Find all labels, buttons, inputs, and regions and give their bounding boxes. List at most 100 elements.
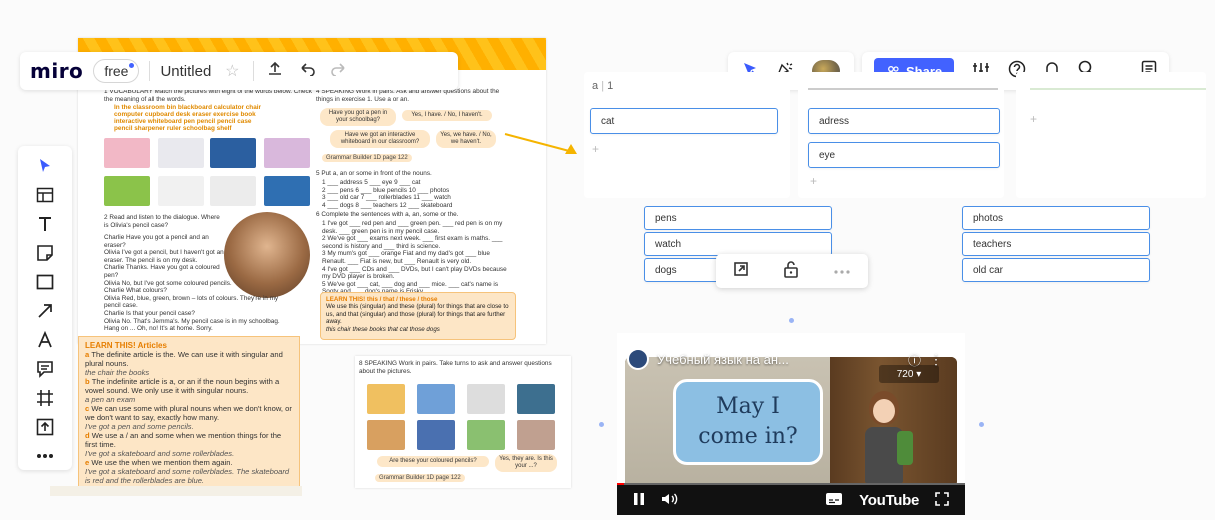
kanban-column-2[interactable]: adress eye + [798, 72, 1004, 198]
redo-icon[interactable] [328, 62, 350, 81]
plan-dot [129, 63, 135, 68]
learn-this-demonstratives: LEARN THIS! this / that / these / those … [320, 292, 516, 340]
ex6-title: 6 Complete the sentences with a, an, som… [316, 211, 459, 218]
kanban-card[interactable]: cat [590, 108, 778, 134]
video-speech-bubble: May I come in? [673, 379, 823, 465]
learn-title: LEARN THIS! Articles [85, 341, 167, 350]
text-icon[interactable] [25, 210, 65, 239]
fullscreen-icon[interactable] [935, 491, 949, 509]
speech-bubble: Yes, I have. / No, I haven't. [402, 110, 492, 121]
connector-arrow[interactable] [503, 130, 583, 160]
board-title[interactable]: Untitled [160, 63, 211, 80]
picture-sharpener [104, 176, 150, 206]
grammar-builder-link: Grammar Builder 1D page 122 [322, 154, 412, 162]
quality-badge[interactable]: 720 ▾ [879, 365, 939, 383]
ex5-row: 4 ___ dogs 8 ___ teachers 12 ___ skatebo… [322, 201, 453, 209]
picture-box [158, 138, 204, 168]
ex5-title: 5 Put a, an or some in front of the noun… [316, 170, 432, 177]
dialogue-line: Charlie Thanks. Have you got a coloured … [104, 264, 220, 279]
dialogue-line: Olivia No, but I've got some coloured pe… [104, 279, 232, 287]
learn-item: b The indefinite article is a, or an if … [85, 377, 280, 404]
cartoon-girl [857, 391, 913, 483]
add-card-icon[interactable]: + [592, 142, 599, 156]
context-toolbar [716, 254, 868, 288]
comment-icon[interactable] [25, 354, 65, 383]
ex4-title: 4 SPEAKING Work in pairs. Ask and answer… [316, 88, 500, 103]
learn-item: d We use a / an and some when we mention… [85, 431, 282, 458]
kanban-card[interactable]: eye [808, 142, 1000, 168]
kanban-column-3[interactable]: + [1016, 72, 1206, 198]
creation-toolbar [18, 146, 72, 470]
grammar-builder-link: Grammar Builder 1D page 122 [375, 474, 465, 482]
select-cursor-icon[interactable] [25, 152, 65, 181]
pen-icon[interactable] [25, 325, 65, 354]
open-link-icon[interactable] [733, 261, 749, 282]
ex5-row: 3 ___ old car 7 ___ rollerblades 11 ___ … [322, 194, 451, 202]
add-card-icon[interactable]: + [810, 174, 817, 188]
youtube-logo[interactable]: YouTube [859, 492, 919, 509]
word-card[interactable]: pens [644, 206, 832, 230]
dialogue-line: Olivia I've got a pencil, but I haven't … [104, 249, 224, 264]
dialogue: Charlie Have you got a pencil and an era… [104, 234, 294, 333]
plan-badge[interactable]: free [93, 59, 140, 83]
miro-logo[interactable]: miro [30, 59, 83, 83]
speech-bubble: Yes, we have. / No, we haven't. [436, 130, 496, 148]
youtube-video-embed[interactable]: May I come in? Учебный язык на ан... ⓘ ⋮… [617, 333, 965, 515]
upload-icon[interactable] [264, 61, 286, 82]
more-icon[interactable] [833, 262, 851, 280]
ex6-row: 3 My mum's got ___ orange Fiat and my da… [322, 250, 490, 265]
word-card[interactable]: watch [644, 232, 832, 256]
volume-icon[interactable] [661, 492, 679, 509]
captions-icon[interactable] [825, 492, 843, 509]
word-card[interactable]: teachers [962, 232, 1150, 256]
more-icon[interactable] [25, 441, 65, 470]
resize-handle[interactable] [789, 318, 794, 323]
divider [253, 61, 255, 81]
undo-icon[interactable] [296, 62, 318, 81]
resize-handle[interactable] [599, 422, 604, 427]
word-card[interactable]: photos [962, 206, 1150, 230]
shape-icon[interactable] [25, 268, 65, 297]
ex5-list: 1 ___ address 5 ___ eye 9 ___ cat 2 ___ … [322, 179, 522, 209]
ex1-title: 1 VOCABULARY Match the pictures with eig… [104, 88, 312, 103]
speaking-exercise-image[interactable]: 8 SPEAKING Work in pairs. Take turns to … [355, 356, 571, 488]
ex1-words-4: pencil sharpener ruler schoolbag shelf [114, 125, 232, 132]
column-divider [808, 88, 998, 90]
column-header[interactable]: a | 1 [592, 80, 613, 92]
sticky-note-icon[interactable] [25, 239, 65, 268]
ex6-row: 4 I've got ___ CDs and ___ DVDs, but I c… [322, 265, 507, 281]
speech-bubble: Are these your coloured pencils? [377, 456, 489, 467]
learn-item: a The definite article is the. We can us… [85, 350, 283, 377]
add-card-icon[interactable]: + [1030, 112, 1037, 126]
video-title[interactable]: Учебный язык на ан... [657, 352, 789, 367]
picture-desk [158, 176, 204, 206]
dialogue-line: Charlie What colours? [104, 287, 167, 295]
resize-handle[interactable] [979, 422, 984, 427]
dialogue-line: Olivia Red, blue, green, brown – lots of… [104, 294, 279, 310]
lock-icon[interactable] [783, 260, 799, 283]
picture-calculator [467, 384, 505, 414]
board-topbar: miro free Untitled ☆ [20, 52, 458, 90]
plan-label: free [104, 63, 129, 79]
star-icon[interactable]: ☆ [221, 61, 243, 81]
frame-icon[interactable] [25, 383, 65, 412]
upload-icon[interactable] [25, 412, 65, 441]
line-icon[interactable] [25, 297, 65, 326]
ex6-row: 1 I've got ___ red pen and ___ green pen… [322, 220, 503, 235]
speech-bubble: Yes, they are. Is this your ...? [495, 454, 557, 472]
word-card[interactable]: old car [962, 258, 1150, 282]
picture-guitar [367, 420, 405, 450]
speech-bubble: Have we got an interactive whiteboard in… [330, 130, 430, 148]
pause-icon[interactable] [633, 492, 645, 509]
picture-pencil-case [210, 138, 256, 168]
ex5-row: 1 ___ address 5 ___ eye 9 ___ cat [322, 179, 421, 186]
kanban-column-1[interactable]: a | 1 cat + [584, 72, 790, 198]
templates-icon[interactable] [25, 181, 65, 210]
channel-logo[interactable] [627, 348, 649, 370]
kanban-card[interactable]: adress [808, 108, 1000, 134]
picture-book [210, 176, 256, 206]
dialogue-line: Charlie Have you got a pencil and an era… [104, 234, 209, 249]
learn-this-articles[interactable]: LEARN THIS! Articles a The definite arti… [78, 336, 300, 488]
ex5-row: 2 ___ pens 6 ___ blue pencils 10 ___ pho… [322, 186, 450, 194]
dialogue-line: Charlie Is that your pencil case? [104, 309, 195, 317]
